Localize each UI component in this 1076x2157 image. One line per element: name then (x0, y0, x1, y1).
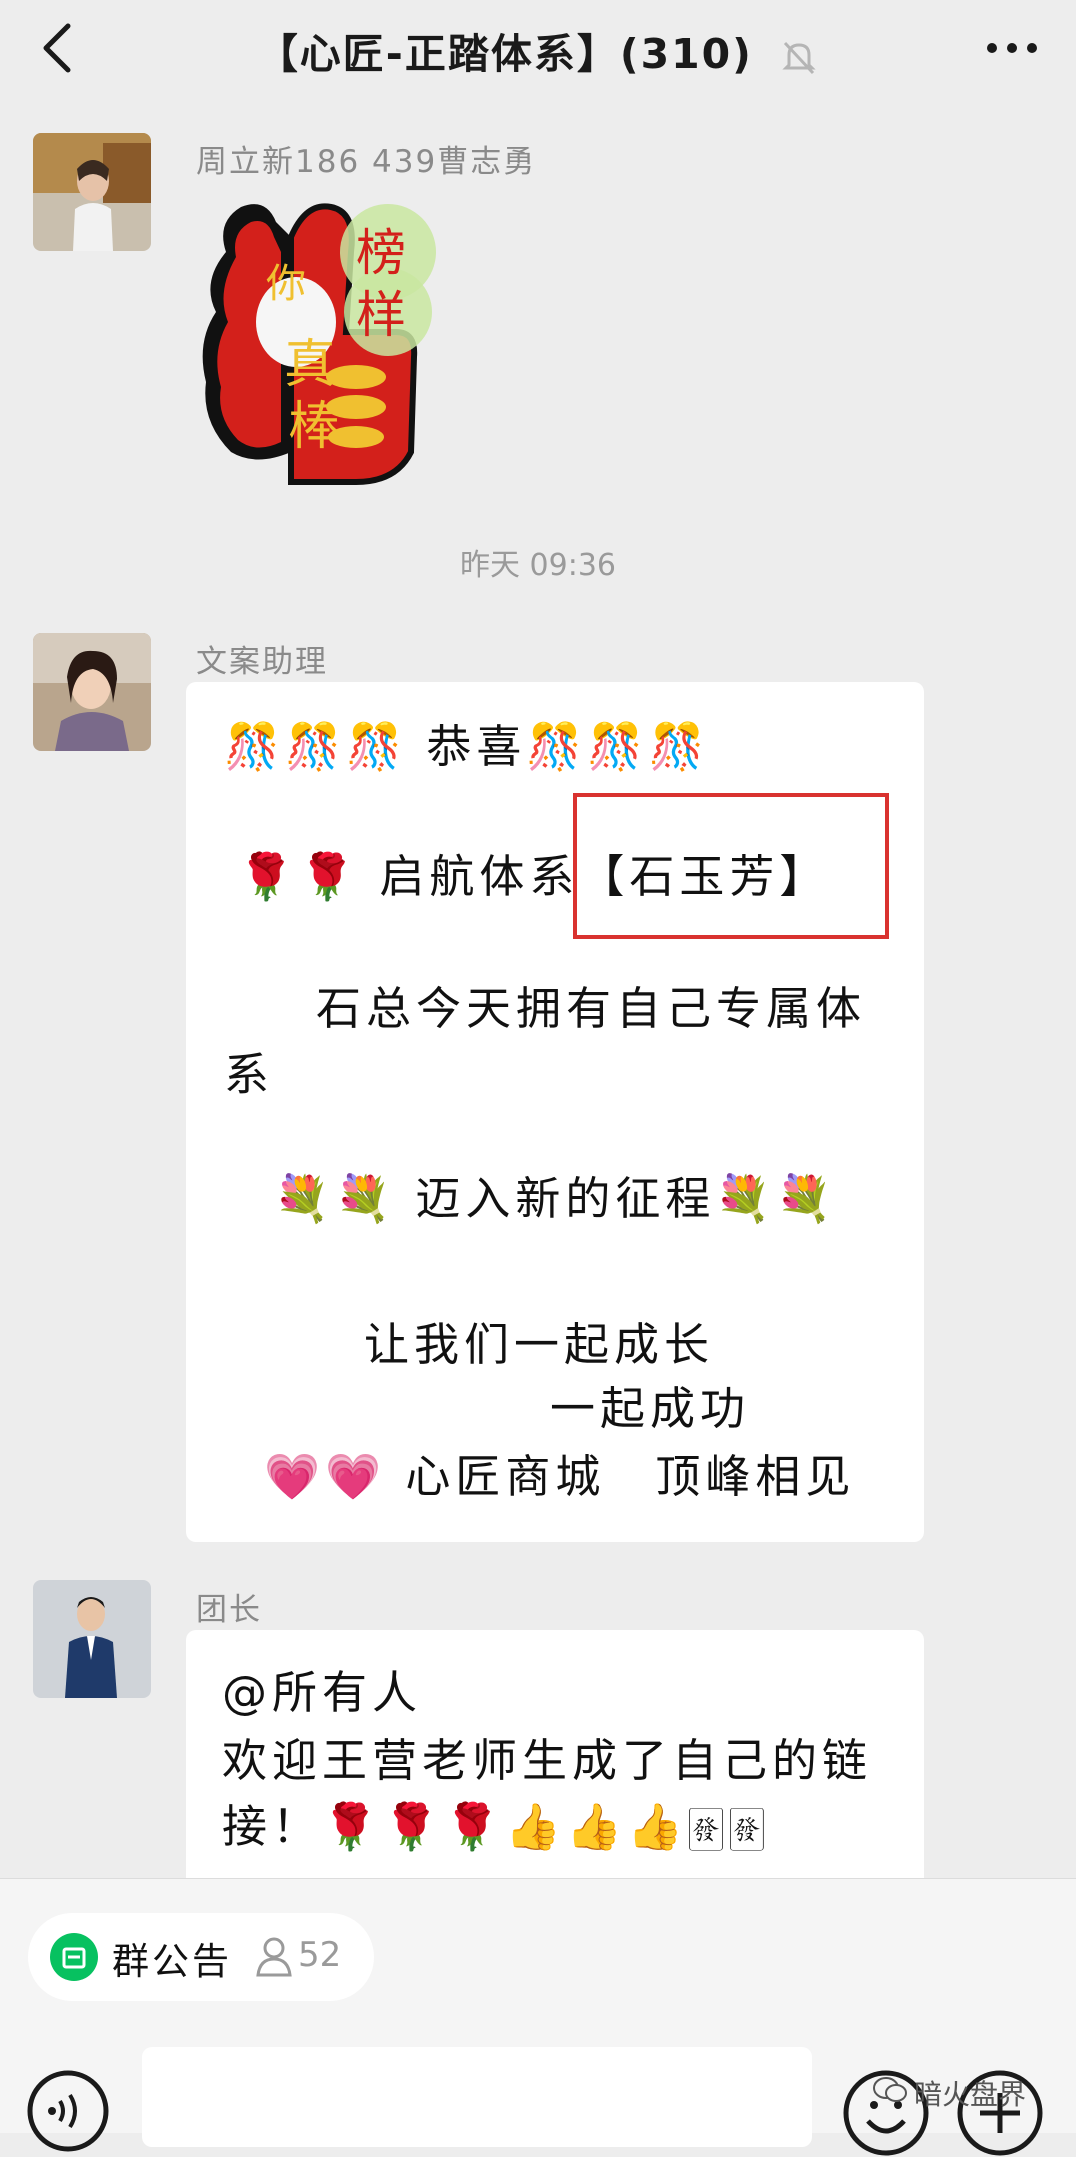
message-line: @所有人 (222, 1666, 423, 1719)
thumbs-up-sticker: 你 真 棒 榜 样 (202, 203, 436, 485)
message-line: 欢迎王营老师生成了自己的链 (222, 1734, 873, 1787)
sender-name: 团长 (196, 1592, 262, 1628)
timestamp: 昨天 09:36 (460, 548, 616, 583)
highlight-box (573, 793, 889, 939)
sticker-text-ni: 你 (266, 261, 306, 307)
watermark-text: 暗火盘界 (914, 2078, 1027, 2111)
group-notice-button[interactable]: 群公告 52 (28, 1913, 374, 2001)
notice-icon (50, 1933, 98, 1981)
sticker-text-bang2: 榜 (356, 224, 406, 282)
chat-title-text: 【心匠-正踏体系】(310) (256, 30, 753, 78)
sender-name: 周立新186 439曹志勇 (196, 144, 537, 180)
message-line: 接！🌹🌹🌹👍👍👍🀅🀅 (222, 1800, 770, 1853)
chat-footer: 群公告 52 暗火盘界 (0, 1878, 1076, 2156)
message-line: 一起成功 (550, 1382, 751, 1435)
sticker-text-zhen: 真 (284, 335, 336, 395)
sender-name: 文案助理 (196, 644, 328, 680)
group-notice-label: 群公告 (112, 1940, 232, 1983)
chat-header: 【心匠-正踏体系】(310) (0, 0, 1076, 100)
more-horizontal-icon[interactable] (982, 28, 1042, 68)
avatar[interactable] (33, 1580, 151, 1698)
bell-off-icon (782, 41, 816, 75)
avatar[interactable] (33, 633, 151, 751)
message-line: 💗💗 心匠商城 顶峰相见 (264, 1450, 856, 1503)
voice-icon[interactable] (26, 2069, 110, 2153)
message-line: 系 (224, 1048, 275, 1101)
wechat-watermark-icon (873, 2077, 907, 2102)
message-line: 💐💐 迈入新的征程💐💐 (274, 1172, 838, 1225)
message-line: 让我们一起成长 (364, 1318, 715, 1371)
message-line: 石总今天拥有自己专属体 (316, 982, 867, 1035)
sticker-text-bang: 棒 (288, 397, 340, 457)
member-count: 52 (298, 1935, 342, 1975)
message-line: 🎊🎊🎊 恭喜🎊🎊🎊 (224, 720, 710, 773)
person-icon (256, 1937, 292, 1977)
sticker-text-yang: 样 (356, 286, 406, 344)
avatar[interactable] (33, 133, 151, 251)
chat-title: 【心匠-正踏体系】(310) (0, 20, 1076, 80)
sticker-image[interactable]: 你 真 棒 榜 样 (196, 182, 456, 492)
message-input[interactable] (142, 2047, 812, 2147)
